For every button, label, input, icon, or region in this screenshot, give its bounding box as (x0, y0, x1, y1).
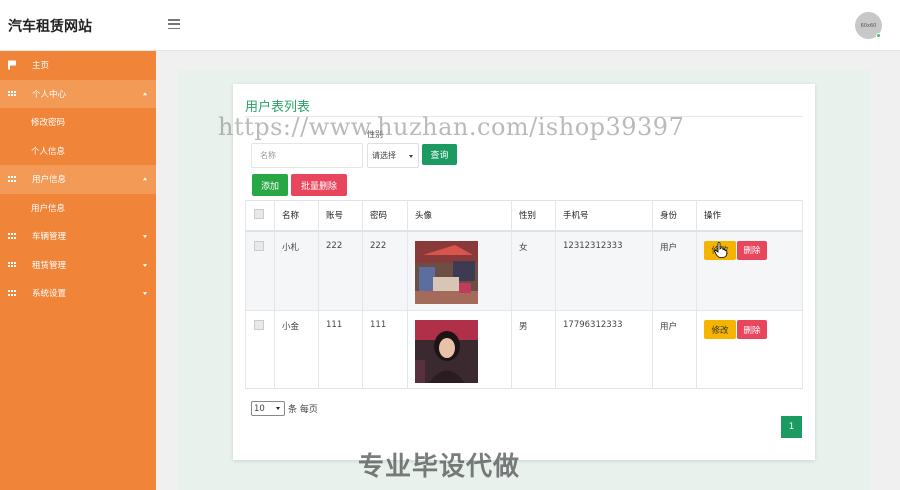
page-size-control: 10 条 每页 (251, 401, 318, 416)
delete-button[interactable]: 删除 (737, 240, 767, 260)
sidebar-item-label: 个人中心 (32, 89, 67, 100)
sidebar-item-label: 修改密码 (31, 118, 66, 129)
sidebar-item-label: 用户信息 (32, 175, 67, 186)
cell-name: 小金 (274, 310, 319, 389)
sidebar-item-home[interactable]: 主页 (0, 51, 156, 80)
sidebar-item-vehicle-management[interactable]: 车辆管理 (0, 222, 156, 251)
user-avatar-photo (415, 240, 478, 304)
cell-phone: 17796312333 (555, 310, 653, 389)
avatar[interactable]: 60x60 (855, 12, 882, 39)
cell-name: 小札 (274, 230, 319, 311)
page-size-select[interactable]: 10 (251, 401, 285, 416)
grid-icon (8, 90, 16, 97)
sidebar-item-label: 主页 (32, 61, 50, 72)
table-row: 小金 111 111 男 17796312333 用户 修改 删除 (245, 310, 803, 389)
chevron-down-icon (143, 292, 147, 296)
cell-account: 111 (318, 310, 363, 389)
cell-role: 用户 (652, 230, 697, 311)
grid-icon (8, 176, 16, 182)
sidebar: 主页 个人中心 修改密码 个人信息 用户信息 用户信息 车辆管理 租赁管理 系统… (0, 51, 156, 490)
gender-select[interactable]: 请选择 (367, 143, 419, 168)
cell-password: 222 (362, 230, 408, 311)
chevron-up-icon (143, 177, 147, 181)
col-header-name[interactable]: 名称 (274, 200, 319, 232)
cell-gender: 男 (511, 310, 556, 389)
sidebar-item-system-settings[interactable]: 系统设置 (0, 279, 156, 308)
chevron-down-icon (143, 235, 147, 239)
search-button[interactable]: 查询 (422, 144, 457, 165)
row-checkbox[interactable] (254, 320, 264, 330)
cell-actions: 修改删除 (696, 230, 803, 311)
col-header-account[interactable]: 账号 (318, 200, 363, 232)
col-header-phone[interactable]: 手机号 (555, 200, 653, 232)
gender-select-value: 请选择 (372, 151, 396, 160)
sidebar-item-label: 个人信息 (31, 146, 66, 157)
cell-password: 111 (362, 310, 408, 389)
sidebar-item-user-info[interactable]: 用户信息 (0, 194, 156, 223)
cell-avatar (407, 230, 512, 311)
watermark-url: https://www.huzhan.com/ishop39397 (218, 113, 685, 141)
page-size-value: 10 (254, 403, 265, 414)
online-status-icon (876, 33, 881, 38)
chevron-up-icon (143, 91, 147, 95)
add-button[interactable]: 添加 (252, 174, 288, 196)
col-header-role[interactable]: 身份 (652, 200, 697, 232)
chevron-down-icon (276, 407, 280, 410)
cell-actions: 修改删除 (696, 310, 803, 389)
col-header-password[interactable]: 密码 (362, 200, 408, 232)
flag-icon (8, 60, 16, 70)
avatar-text: 60x60 (860, 22, 877, 29)
sidebar-item-label: 系统设置 (32, 289, 67, 300)
top-header: 汽车租赁网站 60x60 (0, 0, 900, 51)
cell-phone: 12312312333 (555, 230, 653, 311)
sidebar-item-personal-info[interactable]: 个人信息 (0, 137, 156, 166)
sidebar-item-label: 用户信息 (31, 203, 66, 214)
cell-avatar (407, 310, 512, 389)
row-checkbox[interactable] (254, 240, 264, 251)
site-brand[interactable]: 汽车租赁网站 (8, 16, 92, 36)
cell-account: 222 (318, 230, 363, 311)
table-header-row: 名称 账号 密码 头像 性别 手机号 身份 操作 (245, 200, 803, 232)
grid-icon (8, 290, 16, 296)
sidebar-item-personal-center[interactable]: 个人中心 (0, 79, 156, 108)
name-search-input[interactable] (251, 143, 363, 168)
cell-role: 用户 (652, 310, 697, 389)
sidebar-item-label: 租赁管理 (32, 260, 67, 271)
chevron-down-icon (143, 263, 147, 267)
sidebar-item-user-info-group[interactable]: 用户信息 (0, 165, 156, 194)
grid-icon (8, 261, 16, 268)
chevron-down-icon (409, 155, 413, 158)
row-select-cell (245, 230, 275, 311)
batch-delete-button[interactable]: 批量删除 (291, 174, 347, 196)
page-size-suffix: 条 每页 (288, 405, 318, 415)
watermark-text: 专业毕设代做 (358, 452, 521, 482)
hand-cursor-icon (714, 242, 728, 258)
sidebar-item-label: 车辆管理 (32, 232, 67, 243)
row-select-cell (245, 310, 275, 389)
user-avatar-photo (415, 320, 478, 383)
col-header-actions: 操作 (696, 200, 803, 232)
edit-button[interactable]: 修改 (704, 320, 736, 339)
col-header-avatar[interactable]: 头像 (407, 200, 512, 232)
pagination-page-1[interactable]: 1 (781, 416, 802, 438)
cell-gender: 女 (511, 230, 556, 311)
sidebar-item-change-password[interactable]: 修改密码 (0, 108, 156, 137)
sidebar-item-rental-management[interactable]: 租赁管理 (0, 251, 156, 280)
hamburger-icon[interactable] (168, 19, 180, 29)
user-table: 名称 账号 密码 头像 性别 手机号 身份 操作 小札 222 222 女 12… (245, 200, 803, 389)
grid-icon (8, 233, 16, 239)
delete-button[interactable]: 删除 (737, 320, 767, 339)
col-header-gender[interactable]: 性别 (511, 200, 556, 232)
select-all-cell (245, 200, 275, 232)
select-all-checkbox[interactable] (254, 208, 264, 219)
